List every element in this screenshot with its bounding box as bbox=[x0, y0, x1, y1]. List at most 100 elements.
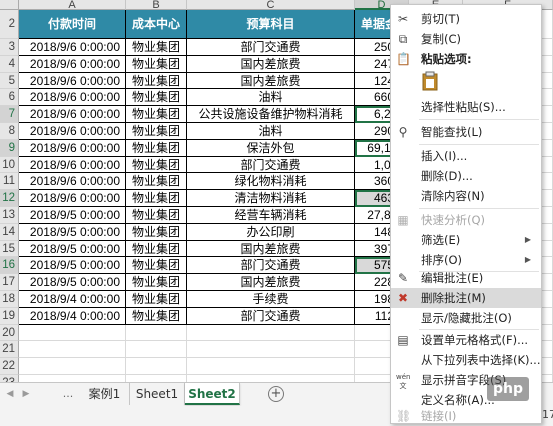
row-header[interactable]: 4 bbox=[0, 55, 19, 73]
row-header[interactable]: 12 bbox=[0, 190, 19, 207]
menu-item-cut[interactable]: ✂ 剪切(T) bbox=[391, 9, 541, 29]
table-cell-center[interactable]: 物业集团 bbox=[126, 274, 187, 291]
sheet-tab-sheet1[interactable]: Sheet1 bbox=[130, 383, 185, 405]
table-cell-date[interactable]: 2018/9/5 0:00:00 bbox=[19, 257, 126, 275]
menu-item-quick-analysis[interactable]: ▦ 快速分析(Q) bbox=[391, 210, 541, 230]
table-cell-date[interactable]: 2018/9/4 0:00:00 bbox=[19, 307, 126, 325]
scroll-right-icon[interactable]: ▶ bbox=[20, 388, 32, 400]
table-cell-date[interactable]: 2018/9/5 0:00:00 bbox=[19, 240, 126, 258]
table-cell-subject[interactable]: 油料 bbox=[187, 123, 355, 140]
empty-cell[interactable] bbox=[126, 375, 187, 382]
menu-item-link[interactable]: ⛓ 链接(I) bbox=[391, 406, 541, 423]
menu-item-insert[interactable]: 插入(I)... bbox=[391, 146, 541, 166]
row-header[interactable]: 13 bbox=[0, 207, 19, 224]
table-cell-center[interactable]: 物业集团 bbox=[126, 190, 187, 207]
sheet-tab-sheet2[interactable]: Sheet2 bbox=[185, 383, 240, 405]
row-header[interactable]: 18 bbox=[0, 291, 19, 308]
table-cell-subject[interactable]: 部门交通费 bbox=[187, 156, 355, 174]
menu-item-filter[interactable]: 筛选(E) ▶ bbox=[391, 230, 541, 250]
table-header-cell[interactable]: 预算科目 bbox=[187, 10, 355, 39]
empty-cell[interactable] bbox=[19, 358, 126, 375]
table-cell-date[interactable]: 2018/9/6 0:00:00 bbox=[19, 173, 126, 191]
empty-cell[interactable] bbox=[19, 375, 126, 382]
table-cell-center[interactable]: 物业集团 bbox=[126, 257, 187, 275]
menu-item-sort[interactable]: 排序(O) ▶ bbox=[391, 250, 541, 270]
row-header[interactable]: 14 bbox=[0, 223, 19, 241]
row-header[interactable]: 10 bbox=[0, 156, 19, 174]
empty-cell[interactable] bbox=[187, 358, 355, 375]
menu-item-edit-comment[interactable]: ✎ 编辑批注(E) bbox=[391, 268, 541, 288]
column-header[interactable]: B bbox=[126, 0, 187, 10]
row-header[interactable]: 8 bbox=[0, 123, 19, 140]
table-cell-date[interactable]: 2018/9/6 0:00:00 bbox=[19, 190, 126, 207]
row-header[interactable]: 19 bbox=[0, 307, 19, 325]
table-cell-subject[interactable]: 部门交通费 bbox=[187, 307, 355, 325]
table-cell-center[interactable]: 物业集团 bbox=[126, 223, 187, 241]
row-header[interactable]: 20 bbox=[0, 324, 19, 342]
table-cell-subject[interactable]: 经营车辆消耗 bbox=[187, 207, 355, 224]
row-header[interactable]: 3 bbox=[0, 39, 19, 56]
row-header[interactable]: 15 bbox=[0, 240, 19, 258]
table-cell-subject[interactable]: 国内差旅费 bbox=[187, 72, 355, 90]
column-header[interactable]: C bbox=[187, 0, 355, 10]
table-cell-center[interactable]: 物业集团 bbox=[126, 291, 187, 308]
add-sheet-button[interactable]: + bbox=[268, 386, 284, 402]
more-sheets-indicator[interactable]: ... bbox=[60, 388, 76, 400]
menu-item-delete-comment[interactable]: ✖ 删除批注(M) bbox=[391, 288, 541, 308]
menu-item-copy[interactable]: ⧉ 复制(C) bbox=[391, 29, 541, 49]
table-cell-center[interactable]: 物业集团 bbox=[126, 55, 187, 73]
row-header[interactable]: 11 bbox=[0, 173, 19, 191]
select-all-corner[interactable] bbox=[0, 0, 19, 10]
table-cell-date[interactable]: 2018/9/6 0:00:00 bbox=[19, 72, 126, 90]
table-cell-date[interactable]: 2018/9/6 0:00:00 bbox=[19, 89, 126, 107]
table-cell-subject[interactable]: 清洁物料消耗 bbox=[187, 190, 355, 207]
row-header[interactable]: 23 bbox=[0, 375, 19, 382]
table-header-cell[interactable]: 付款时间 bbox=[19, 10, 126, 39]
table-cell-center[interactable]: 物业集团 bbox=[126, 240, 187, 258]
table-cell-center[interactable]: 物业集团 bbox=[126, 72, 187, 90]
table-cell-subject[interactable]: 国内差旅费 bbox=[187, 55, 355, 73]
table-cell-subject[interactable]: 公共设施设备维护物料消耗 bbox=[187, 106, 355, 123]
table-cell-subject[interactable]: 国内差旅费 bbox=[187, 274, 355, 291]
table-cell-center[interactable]: 物业集团 bbox=[126, 173, 187, 191]
table-cell-date[interactable]: 2018/9/6 0:00:00 bbox=[19, 55, 126, 73]
table-cell-date[interactable]: 2018/9/5 0:00:00 bbox=[19, 274, 126, 291]
empty-cell[interactable] bbox=[187, 324, 355, 342]
table-cell-center[interactable]: 物业集团 bbox=[126, 207, 187, 224]
menu-item-show-hide-comments[interactable]: 显示/隐藏批注(O) bbox=[391, 308, 541, 328]
table-cell-center[interactable]: 物业集团 bbox=[126, 123, 187, 140]
table-header-cell[interactable]: 成本中心 bbox=[126, 10, 187, 39]
row-header[interactable]: 5 bbox=[0, 72, 19, 90]
empty-cell[interactable] bbox=[19, 324, 126, 342]
menu-item-smart-lookup[interactable]: ⚲ 智能查找(L) bbox=[391, 122, 541, 142]
row-header[interactable]: 7 bbox=[0, 106, 19, 123]
menu-item-pick-from-list[interactable]: 从下拉列表中选择(K)... bbox=[391, 350, 541, 370]
menu-item-clear-contents[interactable]: 清除内容(N) bbox=[391, 186, 541, 206]
table-cell-center[interactable]: 物业集团 bbox=[126, 89, 187, 107]
row-header[interactable]: 16 bbox=[0, 257, 19, 275]
table-cell-date[interactable]: 2018/9/4 0:00:00 bbox=[19, 291, 126, 308]
empty-cell[interactable] bbox=[187, 341, 355, 359]
menu-item-delete[interactable]: 删除(D)... bbox=[391, 166, 541, 186]
table-cell-center[interactable]: 物业集团 bbox=[126, 139, 187, 157]
column-header[interactable]: A bbox=[19, 0, 126, 10]
table-cell-subject[interactable]: 手续费 bbox=[187, 291, 355, 308]
table-cell-center[interactable]: 物业集团 bbox=[126, 156, 187, 174]
sheet-tab-case1[interactable]: 案例1 bbox=[80, 383, 130, 405]
row-header[interactable]: 21 bbox=[0, 341, 19, 359]
table-cell-subject[interactable]: 绿化物料消耗 bbox=[187, 173, 355, 191]
empty-cell[interactable] bbox=[126, 341, 187, 359]
menu-item-format-cells[interactable]: ▤ 设置单元格格式(F)... bbox=[391, 330, 541, 350]
row-header[interactable]: 22 bbox=[0, 358, 19, 375]
table-cell-date[interactable]: 2018/9/6 0:00:00 bbox=[19, 123, 126, 140]
table-cell-date[interactable]: 2018/9/5 0:00:00 bbox=[19, 207, 126, 224]
empty-cell[interactable] bbox=[19, 341, 126, 359]
table-cell-date[interactable]: 2018/9/6 0:00:00 bbox=[19, 106, 126, 123]
table-cell-subject[interactable]: 保洁外包 bbox=[187, 139, 355, 157]
table-cell-center[interactable]: 物业集团 bbox=[126, 307, 187, 325]
table-cell-date[interactable]: 2018/9/6 0:00:00 bbox=[19, 139, 126, 157]
table-cell-subject[interactable]: 部门交通费 bbox=[187, 39, 355, 56]
table-cell-subject[interactable]: 油料 bbox=[187, 89, 355, 107]
paste-option-button[interactable] bbox=[421, 71, 439, 91]
empty-cell[interactable] bbox=[126, 358, 187, 375]
